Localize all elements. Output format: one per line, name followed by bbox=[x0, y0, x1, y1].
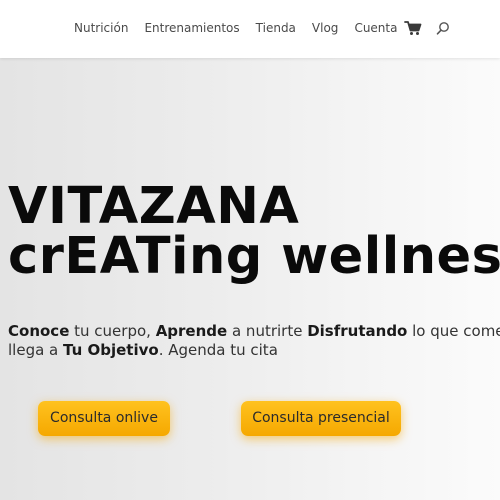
main-nav: Nutrición Entrenamientos Tienda Vlog Cue… bbox=[74, 20, 450, 36]
search-icon[interactable] bbox=[436, 21, 450, 35]
nav-link-cuenta[interactable]: Cuenta bbox=[354, 21, 397, 35]
consulta-online-button[interactable]: Consulta onlive bbox=[38, 401, 170, 436]
keyword-disfrutando: Disfrutando bbox=[307, 322, 408, 340]
description-text: lo que comes bbox=[412, 322, 500, 340]
nav-link-vlog[interactable]: Vlog bbox=[312, 21, 339, 35]
keyword-aprende: Aprende bbox=[155, 322, 228, 340]
nav-link-nutricion[interactable]: Nutrición bbox=[74, 21, 128, 35]
consulta-presencial-button[interactable]: Consulta presencial bbox=[241, 401, 401, 436]
shopping-cart-icon[interactable] bbox=[404, 20, 422, 36]
description-text: tu cuerpo, bbox=[69, 322, 156, 340]
nav-link-entrenamientos[interactable]: Entrenamientos bbox=[144, 21, 239, 35]
hero-title-line-1: VITAZANA bbox=[8, 177, 300, 236]
keyword-conoce: Conoce bbox=[8, 322, 70, 340]
description-text: llega a bbox=[8, 341, 64, 359]
page: Nutrición Entrenamientos Tienda Vlog Cue… bbox=[0, 0, 500, 500]
description-text: a nutrirte bbox=[227, 322, 308, 340]
hero-title: VITAZANA crEATing wellness bbox=[8, 177, 500, 286]
hero-title-line-2: crEATing wellness bbox=[8, 227, 500, 286]
site-header: Nutrición Entrenamientos Tienda Vlog Cue… bbox=[0, 0, 500, 58]
description-text: . Agenda tu cita bbox=[158, 341, 278, 359]
keyword-tu-objetivo: Tu Objetivo bbox=[63, 341, 159, 359]
hero-description: Conoce tu cuerpo, Aprende a nutrirte Dis… bbox=[8, 322, 500, 360]
nav-link-tienda[interactable]: Tienda bbox=[256, 21, 296, 35]
